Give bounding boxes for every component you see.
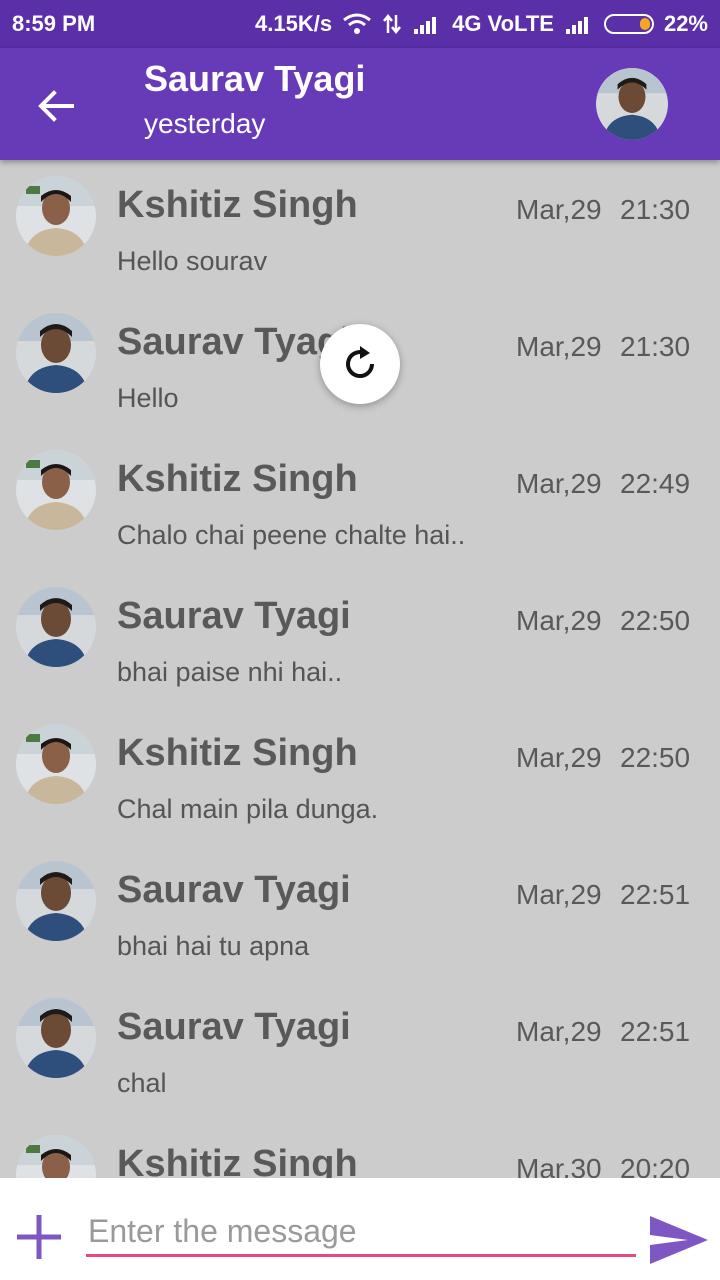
message-text: Hello sourav [117,246,268,276]
sender-name: Kshitiz Singh [117,458,358,500]
signal-icon [564,13,594,35]
message-time: 20:20 [620,1153,691,1178]
message-row[interactable]: Saurav Tyagi Mar,29 22:51 chal [0,982,720,1119]
message-date: Mar,29 [516,605,602,636]
message-text: Chalo chai peene chalte hai.. [117,520,466,550]
back-button[interactable] [30,80,82,132]
message-row[interactable]: Kshitiz Singh Mar,29 21:30 Hello sourav [0,160,720,297]
send-button[interactable] [648,1214,710,1266]
battery-percent: 22% [663,11,708,36]
signal-icon [412,13,442,35]
message-date: Mar,29 [516,194,602,225]
status-bar: 8:59 PM 4.15K/s 4G VoLTE 22% [0,0,720,48]
refresh-button[interactable] [320,324,400,404]
message-row[interactable]: Kshitiz Singh Mar,30 20:20 [0,1119,720,1178]
message-time: 22:51 [620,879,691,910]
sender-avatar[interactable] [16,587,96,667]
status-time: 8:59 PM [12,11,96,36]
message-date: Mar,29 [516,468,602,499]
network-type: 4G VoLTE [452,11,554,36]
sender-avatar[interactable] [16,1135,96,1178]
sender-avatar[interactable] [16,313,96,393]
message-text: bhai hai tu apna [117,931,310,961]
message-row[interactable]: Saurav Tyagi Mar,29 22:51 bhai hai tu apna [0,845,720,982]
message-text: bhai paise nhi hai.. [117,657,343,687]
data-arrows-icon [382,13,402,35]
message-row[interactable]: Kshitiz Singh Mar,29 22:49 Chalo chai peene… [0,434,720,571]
sender-name: Kshitiz Singh [117,1143,358,1178]
message-time: 21:30 [620,194,691,225]
message-list[interactable]: Kshitiz Singh Mar,29 21:30 Hello sourav Saur… [0,160,720,1178]
message-text: Hello [117,383,179,413]
message-date: Mar,29 [516,331,602,362]
message-text: chal [117,1068,167,1098]
sender-avatar[interactable] [16,861,96,941]
battery-icon [603,14,654,34]
message-input[interactable] [86,1208,636,1257]
sender-name: Saurav Tyagi [117,321,351,363]
wifi-icon [342,13,372,35]
add-attachment-button[interactable] [14,1212,64,1262]
sender-name: Kshitiz Singh [117,184,358,226]
sender-avatar[interactable] [16,998,96,1078]
send-icon [650,1216,708,1264]
message-date: Mar,29 [516,742,602,773]
contact-name: Saurav Tyagi [144,58,366,99]
chat-header: Saurav Tyagi yesterday [0,48,720,160]
message-time: 21:30 [620,331,691,362]
status-right-group: 4.15K/s 4G VoLTE 22% [255,11,708,37]
message-date: Mar,29 [516,879,602,910]
sender-name: Kshitiz Singh [117,732,358,774]
message-text: Chal main pila dunga. [117,794,379,824]
sender-name: Saurav Tyagi [117,869,351,911]
last-seen: yesterday [144,108,266,139]
contact-avatar[interactable] [596,68,668,140]
composer [0,1178,720,1280]
message-date: Mar,29 [516,1016,602,1047]
sender-avatar[interactable] [16,450,96,530]
sender-name: Saurav Tyagi [117,1006,351,1048]
message-time: 22:50 [620,742,691,773]
plus-icon [17,1215,61,1259]
message-row[interactable]: Saurav Tyagi Mar,29 22:50 bhai paise nhi ha… [0,571,720,708]
arrow-left-icon [38,90,74,122]
message-date: Mar,30 [516,1153,602,1178]
sender-avatar[interactable] [16,176,96,256]
message-time: 22:49 [620,468,691,499]
refresh-icon [346,346,374,378]
message-time: 22:51 [620,1016,691,1047]
message-time: 22:50 [620,605,691,636]
network-speed: 4.15K/s [255,11,333,36]
sender-name: Saurav Tyagi [117,595,351,637]
message-row[interactable]: Kshitiz Singh Mar,29 22:50 Chal main pila d… [0,708,720,845]
sender-avatar[interactable] [16,724,96,804]
